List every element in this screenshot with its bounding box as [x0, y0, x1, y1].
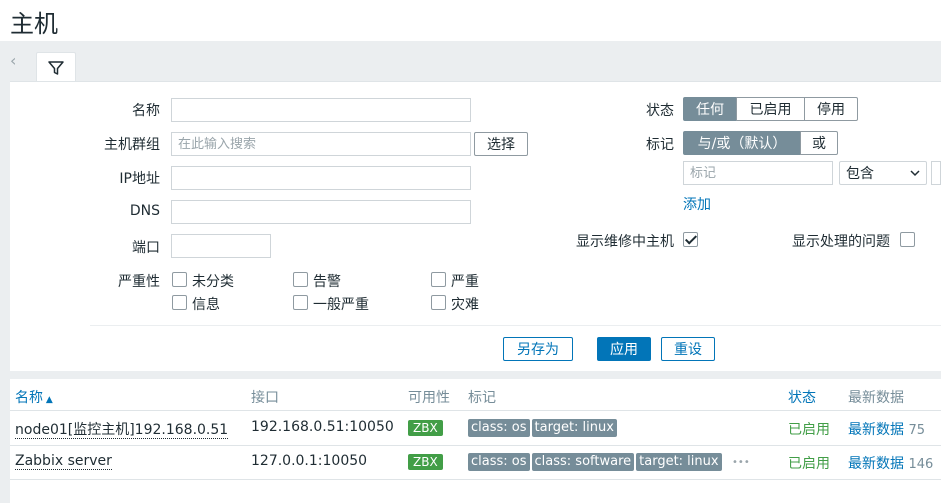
chevron-left-icon[interactable]: ‹: [10, 53, 22, 69]
reset-button[interactable]: 重设: [661, 337, 715, 361]
name-label: 名称: [132, 103, 160, 119]
ip-input[interactable]: [171, 166, 471, 190]
table-row-host-name[interactable]: Zabbix server: [15, 453, 112, 470]
severity-unclassified-label: 未分类: [192, 274, 234, 290]
table-row-latest: 最新数据 75: [848, 419, 925, 439]
dns-input[interactable]: [171, 200, 471, 224]
severity-average-checkbox[interactable]: [293, 295, 308, 310]
severity-info-checkbox[interactable]: [172, 295, 187, 310]
tag-badge[interactable]: target: linux: [636, 453, 722, 471]
filter-divider: [90, 325, 941, 326]
item-count: 75: [908, 423, 925, 438]
severity-high-label: 严重: [451, 274, 479, 290]
select-host-group-button[interactable]: 选择: [474, 132, 528, 156]
show-maintenance-checkbox[interactable]: [683, 232, 698, 247]
add-tag-link[interactable]: 添加: [683, 194, 711, 214]
table-row-tags: class: os class: software target: linux ••…: [468, 453, 750, 471]
item-count: 146: [908, 457, 934, 472]
tag-value-input[interactable]: [931, 161, 941, 185]
page-title: 主机: [10, 10, 58, 38]
column-header-name-label: 名称: [15, 390, 43, 406]
name-input[interactable]: [171, 98, 471, 122]
column-header-name[interactable]: 名称 ▲: [15, 387, 53, 407]
row-divider: [10, 479, 941, 480]
severity-info-label: 信息: [192, 297, 220, 313]
host-name-link[interactable]: Zabbix server: [15, 453, 112, 470]
status-enabled-option[interactable]: 已启用: [736, 97, 805, 121]
save-as-button[interactable]: 另存为: [503, 337, 573, 361]
severity-disaster-label: 灾难: [451, 297, 479, 313]
tag-name-input[interactable]: [683, 161, 833, 185]
zbx-availability-badge: ZBX: [408, 454, 443, 470]
zbx-availability-badge: ZBX: [408, 420, 443, 436]
tag-badge[interactable]: class: os: [468, 419, 530, 437]
status-label: 状态: [646, 103, 674, 119]
status-enabled-link[interactable]: 已启用: [788, 419, 830, 439]
sort-asc-icon: ▲: [43, 395, 53, 405]
tag-condition-select[interactable]: 包含: [839, 161, 927, 185]
severity-warning-checkbox[interactable]: [293, 272, 308, 287]
column-header-latest: 最新数据: [848, 390, 904, 406]
hosts-table: 名称 ▲ 接口 可用性 标记 状态 最新数据 node01[监控主机]192.1…: [10, 379, 941, 503]
severity-disaster-checkbox[interactable]: [431, 295, 446, 310]
chevron-down-icon: [910, 170, 920, 177]
tag-operator-or-option[interactable]: 或: [800, 131, 838, 155]
table-row-interface: 192.168.0.51:10050: [251, 419, 394, 435]
tab-filter[interactable]: [36, 52, 76, 83]
filter-icon: [48, 61, 64, 75]
tag-badge[interactable]: class: os: [468, 453, 530, 471]
latest-data-link[interactable]: 最新数据: [848, 422, 904, 438]
tag-badge[interactable]: target: linux: [531, 419, 617, 437]
header-divider: [10, 410, 941, 411]
latest-data-link[interactable]: 最新数据: [848, 456, 904, 472]
tag-operator-andor-option[interactable]: 与/或（默认）: [683, 131, 801, 155]
status-any-option[interactable]: 任何: [683, 97, 737, 121]
column-header-availability: 可用性: [408, 390, 450, 406]
severity-label: 严重性: [118, 274, 160, 290]
page-header: 主机: [0, 0, 941, 41]
table-row-host-name[interactable]: node01[监控主机]192.168.0.51: [15, 419, 229, 439]
table-row-interface: 127.0.0.1:10050: [251, 453, 368, 469]
row-divider: [10, 445, 941, 446]
filter-tabbar: ‹: [0, 41, 941, 83]
tag-operator-segmented: 与/或（默认） 或: [683, 131, 838, 155]
column-header-tags: 标记: [468, 390, 496, 406]
ip-label: IP地址: [119, 171, 160, 187]
status-disabled-option[interactable]: 停用: [804, 97, 858, 121]
column-header-interface: 接口: [251, 390, 279, 406]
severity-warning-label: 告警: [313, 274, 341, 290]
severity-high-checkbox[interactable]: [431, 272, 446, 287]
port-input[interactable]: [171, 234, 271, 258]
more-tags-icon[interactable]: •••: [732, 457, 750, 468]
host-group-label: 主机群组: [104, 137, 160, 153]
severity-average-label: 一般严重: [313, 297, 369, 313]
host-name-link[interactable]: node01[监控主机]192.168.0.51: [15, 422, 229, 439]
column-header-status[interactable]: 状态: [788, 387, 816, 407]
tag-condition-value: 包含: [846, 166, 874, 182]
status-segmented: 任何 已启用 停用: [683, 97, 858, 121]
tags-label: 标记: [646, 137, 674, 153]
show-suppressed-label: 显示处理的问题: [792, 234, 890, 250]
table-row-latest: 最新数据 146: [848, 453, 933, 473]
status-enabled-link[interactable]: 已启用: [788, 453, 830, 473]
apply-button[interactable]: 应用: [597, 337, 651, 361]
filter-panel: 名称 主机群组 选择 IP地址 DNS 端口 严重性 未分类 告警 严重 信息 …: [10, 81, 941, 371]
severity-unclassified-checkbox[interactable]: [172, 272, 187, 287]
show-maintenance-label: 显示维修中主机: [576, 234, 674, 250]
port-label: 端口: [132, 240, 160, 256]
show-suppressed-checkbox[interactable]: [900, 232, 915, 247]
tag-badge[interactable]: class: software: [531, 453, 635, 471]
host-group-input[interactable]: [171, 132, 471, 156]
dns-label: DNS: [129, 203, 160, 219]
table-row-tags: class: os target: linux: [468, 419, 619, 437]
